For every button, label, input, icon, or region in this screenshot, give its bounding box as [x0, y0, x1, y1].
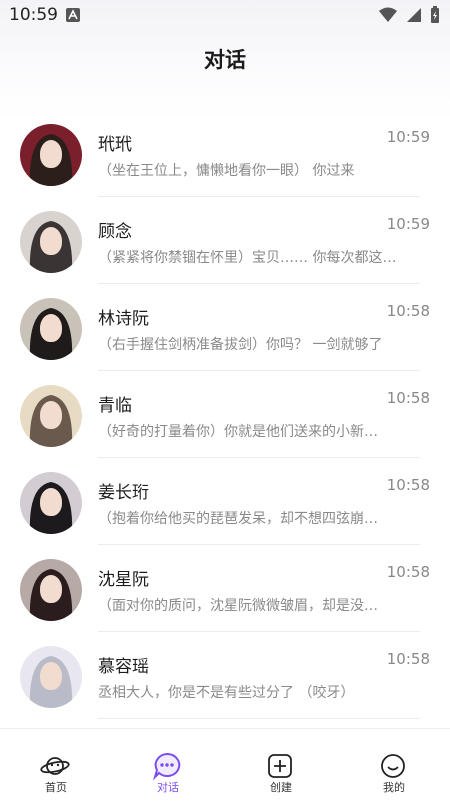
- signal-icon: [406, 7, 422, 27]
- contact-name: 顾念: [98, 222, 132, 242]
- message-preview: （坐在王位上，慵懒地看你一眼） 你过来: [98, 163, 355, 179]
- tab-chat[interactable]: 对话: [112, 729, 224, 801]
- planet-icon: [40, 751, 70, 781]
- bottom-tab-bar: 首页 对话 创建 我的: [0, 728, 450, 801]
- message-time: 10:58: [386, 476, 430, 494]
- avatar: [20, 298, 82, 360]
- chat-bubble-icon: [152, 751, 182, 781]
- avatar: [20, 559, 82, 621]
- wifi-icon: [378, 7, 398, 27]
- conversation-item[interactable]: 林诗阮 10:58 （右手握住剑柄准备拔剑）你吗？ 一剑就够了: [0, 284, 450, 371]
- page-title: 对话: [204, 48, 246, 72]
- conversation-item[interactable]: 玳玳 10:59 （坐在王位上，慵懒地看你一眼） 你过来: [0, 110, 450, 197]
- message-preview: （好奇的打量着你）你就是他们送来的小新…: [98, 424, 378, 440]
- avatar: [20, 472, 82, 534]
- battery-icon: [430, 6, 440, 28]
- conversation-item[interactable]: 沈星阮 10:58 （面对你的质问，沈星阮微微皱眉，却是没…: [0, 545, 450, 632]
- divider: [98, 718, 420, 719]
- contact-name: 林诗阮: [98, 309, 149, 329]
- conversation-item[interactable]: 慕容瑶 10:58 丞相大人，你是不是有些过分了 （咬牙）: [0, 632, 450, 719]
- system-icons: [378, 6, 440, 28]
- contact-name: 玳玳: [98, 135, 132, 155]
- message-time: 10:59: [386, 215, 430, 233]
- avatar: [20, 124, 82, 186]
- tab-create[interactable]: 创建: [225, 729, 337, 801]
- tab-chat-label: 对话: [157, 781, 179, 794]
- avatar: [20, 385, 82, 447]
- message-preview: （紧紧将你禁锢在怀里）宝贝…… 你每次都这…: [98, 250, 397, 266]
- message-preview: （抱着你给他买的琵琶发呆，却不想四弦崩…: [98, 511, 378, 527]
- contact-name: 慕容瑶: [98, 657, 149, 677]
- tab-mine-label: 我的: [383, 781, 405, 794]
- avatar: [20, 646, 82, 708]
- contact-name: 青临: [98, 396, 132, 416]
- tab-mine[interactable]: 我的: [338, 729, 450, 801]
- notification-icon: [66, 8, 80, 22]
- message-time: 10:58: [386, 563, 430, 581]
- tab-home[interactable]: 首页: [0, 729, 112, 801]
- message-time: 10:58: [386, 389, 430, 407]
- message-preview: （右手握住剑柄准备拔剑）你吗？ 一剑就够了: [98, 337, 383, 353]
- conversation-item[interactable]: 姜长珩 10:58 （抱着你给他买的琵琶发呆，却不想四弦崩…: [0, 458, 450, 545]
- message-preview: （面对你的质问，沈星阮微微皱眉，却是没…: [98, 598, 378, 614]
- status-bar: 10:59: [0, 0, 450, 32]
- tab-home-label: 首页: [45, 781, 67, 794]
- contact-name: 姜长珩: [98, 483, 149, 503]
- status-time: 10:59: [9, 5, 58, 25]
- message-time: 10:58: [386, 302, 430, 320]
- contact-name: 沈星阮: [98, 570, 149, 590]
- message-preview: 丞相大人，你是不是有些过分了 （咬牙）: [98, 685, 355, 701]
- message-time: 10:58: [386, 650, 430, 668]
- tab-create-label: 创建: [270, 781, 292, 794]
- message-time: 10:59: [386, 128, 430, 146]
- plus-square-icon: [265, 751, 295, 781]
- conversation-item[interactable]: 顾念 10:59 （紧紧将你禁锢在怀里）宝贝…… 你每次都这…: [0, 197, 450, 284]
- avatar: [20, 211, 82, 273]
- conversation-item[interactable]: 青临 10:58 （好奇的打量着你）你就是他们送来的小新…: [0, 371, 450, 458]
- smile-icon: [378, 751, 408, 781]
